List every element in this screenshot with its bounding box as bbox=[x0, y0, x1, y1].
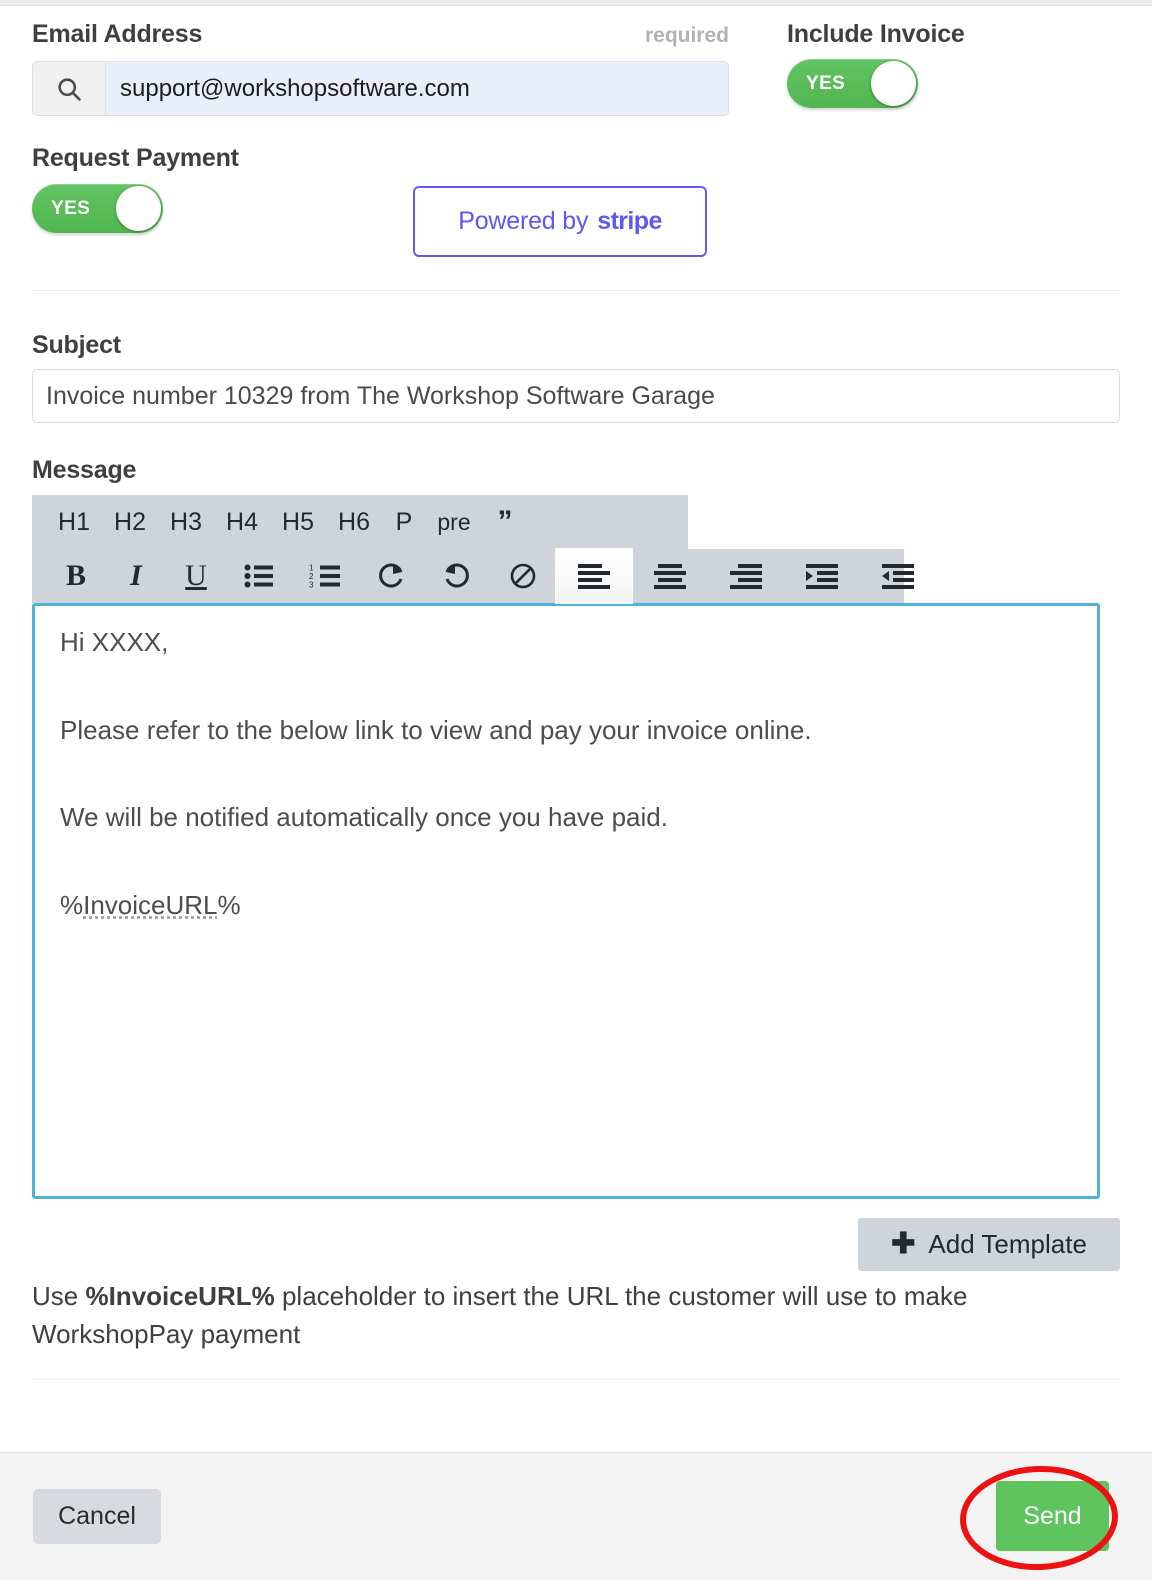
include-invoice-field-group: Include Invoice YES bbox=[787, 20, 965, 108]
email-address-field-group: Email Address required bbox=[32, 20, 729, 116]
cancel-button[interactable]: Cancel bbox=[33, 1489, 161, 1544]
heading-6-button[interactable]: H6 bbox=[326, 495, 382, 549]
stripe-prefix-label: Powered by bbox=[458, 207, 589, 235]
powered-by-stripe-button[interactable]: Powered by stripe bbox=[413, 186, 707, 257]
heading-1-button[interactable]: H1 bbox=[46, 495, 102, 549]
message-field-group: Message H1 H2 H3 H4 H5 H6 P pre ” B I U bbox=[32, 456, 1120, 1199]
subject-label: Subject bbox=[32, 331, 121, 359]
redo-icon[interactable] bbox=[358, 549, 424, 603]
italic-button[interactable]: I bbox=[106, 549, 166, 603]
request-payment-toggle-knob bbox=[116, 186, 161, 231]
clear-formatting-icon[interactable] bbox=[490, 549, 556, 603]
include-invoice-toggle[interactable]: YES bbox=[787, 59, 918, 108]
heading-2-button[interactable]: H2 bbox=[102, 495, 158, 549]
modal-footer: Cancel Send bbox=[0, 1452, 1152, 1580]
align-left-icon[interactable] bbox=[556, 549, 632, 603]
heading-5-button[interactable]: H5 bbox=[270, 495, 326, 549]
invoice-url-prefix: % bbox=[60, 889, 84, 920]
add-template-button[interactable]: ✚ Add Template bbox=[858, 1218, 1120, 1271]
include-invoice-toggle-knob bbox=[871, 61, 916, 106]
request-payment-field-group: Request Payment YES bbox=[32, 144, 239, 233]
invoice-url-helper-text: Use %InvoiceURL% placeholder to insert t… bbox=[32, 1278, 1072, 1353]
email-address-label: Email Address bbox=[32, 20, 203, 48]
request-payment-toggle[interactable]: YES bbox=[32, 184, 163, 233]
invoice-url-token: InvoiceURL bbox=[83, 889, 218, 920]
plus-icon: ✚ bbox=[891, 1228, 916, 1260]
heading-3-button[interactable]: H3 bbox=[158, 495, 214, 549]
message-editor[interactable]: Hi XXXX, Please refer to the below link … bbox=[32, 603, 1100, 1199]
send-button[interactable]: Send bbox=[996, 1481, 1109, 1551]
heading-4-button[interactable]: H4 bbox=[214, 495, 270, 549]
send-invoice-modal-body: Email Address required Include Invoice Y… bbox=[0, 6, 1152, 1452]
email-required-tag: required bbox=[644, 24, 729, 47]
email-input-group bbox=[32, 61, 729, 116]
message-line-3: We will be notified automatically once y… bbox=[60, 802, 668, 832]
helper-bold-token: %InvoiceURL% bbox=[85, 1281, 275, 1311]
align-center-icon[interactable] bbox=[632, 549, 708, 603]
search-icon bbox=[33, 62, 106, 115]
divider-top bbox=[32, 290, 1120, 291]
request-payment-toggle-label: YES bbox=[51, 198, 91, 219]
editor-toolbar-row-blocks: H1 H2 H3 H4 H5 H6 P pre ” bbox=[32, 495, 688, 549]
paragraph-button[interactable]: P bbox=[382, 495, 426, 549]
divider-bottom bbox=[32, 1379, 1120, 1380]
undo-icon[interactable] bbox=[424, 549, 490, 603]
message-line-1: Hi XXXX, bbox=[60, 627, 169, 657]
subject-field-group: Subject bbox=[32, 331, 1120, 423]
stripe-brand-label: stripe bbox=[597, 207, 662, 235]
message-line-2: Please refer to the below link to view a… bbox=[60, 714, 812, 745]
message-label: Message bbox=[32, 456, 137, 484]
invoice-url-suffix: % bbox=[217, 889, 241, 920]
bullet-list-icon[interactable] bbox=[226, 549, 292, 603]
underline-button[interactable]: U bbox=[166, 549, 226, 603]
svg-text:3: 3 bbox=[309, 581, 314, 590]
align-right-icon[interactable] bbox=[708, 549, 784, 603]
indent-icon[interactable] bbox=[784, 549, 860, 603]
editor-toolbar-row-inline: B I U 1 2 3 bbox=[32, 549, 914, 603]
request-payment-label: Request Payment bbox=[32, 144, 239, 172]
add-template-label: Add Template bbox=[928, 1229, 1087, 1259]
message-line-4: %InvoiceURL% bbox=[60, 889, 1072, 922]
email-input[interactable] bbox=[106, 62, 728, 115]
numbered-list-icon[interactable]: 1 2 3 bbox=[292, 549, 358, 603]
helper-part-1: Use bbox=[32, 1281, 86, 1311]
request-payment-row: Request Payment YES Powered by stripe bbox=[32, 144, 1120, 257]
blockquote-icon[interactable]: ” bbox=[482, 495, 528, 549]
bold-button[interactable]: B bbox=[46, 549, 106, 603]
include-invoice-label: Include Invoice bbox=[787, 20, 965, 48]
subject-input[interactable] bbox=[32, 369, 1120, 423]
preformatted-button[interactable]: pre bbox=[426, 495, 482, 549]
include-invoice-toggle-label: YES bbox=[806, 73, 846, 94]
email-label-line: Email Address required bbox=[32, 20, 729, 52]
outdent-icon[interactable] bbox=[860, 549, 936, 603]
